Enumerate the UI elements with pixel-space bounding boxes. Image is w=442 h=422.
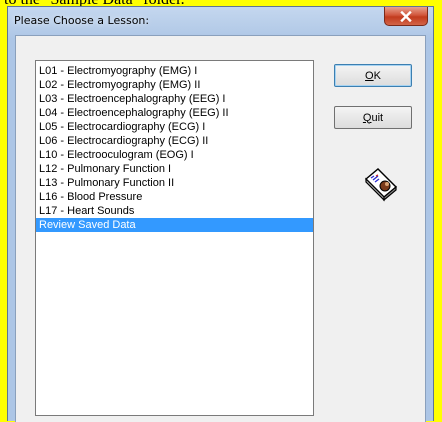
ok-mnemonic: O: [365, 69, 374, 82]
list-item[interactable]: L05 - Electrocardiography (ECG) I: [36, 120, 313, 134]
list-item[interactable]: L02 - Electromyography (EMG) II: [36, 78, 313, 92]
list-item[interactable]: L17 - Heart Sounds: [36, 204, 313, 218]
list-item-selected[interactable]: Review Saved Data: [36, 218, 313, 232]
dialog-title: Please Choose a Lesson:: [14, 14, 150, 27]
quit-button[interactable]: Quit: [334, 106, 412, 129]
list-item[interactable]: L16 - Blood Pressure: [36, 190, 313, 204]
quit-mnemonic: Q: [362, 111, 372, 124]
dialog-client-area: L01 - Electromyography (EMG) I L02 - Ele…: [15, 35, 426, 422]
close-button[interactable]: [384, 7, 428, 26]
lesson-listbox[interactable]: L01 - Electromyography (EMG) I L02 - Ele…: [35, 60, 314, 416]
ok-label-rest: K: [373, 69, 381, 82]
lesson-dialog: Please Choose a Lesson: L01 - Electromyo…: [7, 6, 434, 422]
list-item[interactable]: L13 - Pulmonary Function II: [36, 176, 313, 190]
quit-label-rest: uit: [371, 111, 384, 124]
list-item[interactable]: L01 - Electromyography (EMG) I: [36, 64, 313, 78]
lesson-book-icon: [364, 168, 398, 202]
list-item[interactable]: L06 - Electrocardiography (ECG) II: [36, 134, 313, 148]
close-icon: [400, 10, 412, 22]
list-item[interactable]: L03 - Electroencephalography (EEG) I: [36, 92, 313, 106]
list-item[interactable]: L04 - Electroencephalography (EEG) II: [36, 106, 313, 120]
list-item[interactable]: L10 - Electrooculogram (EOG) I: [36, 148, 313, 162]
list-item[interactable]: L12 - Pulmonary Function I: [36, 162, 313, 176]
ok-button[interactable]: OK: [334, 64, 412, 87]
